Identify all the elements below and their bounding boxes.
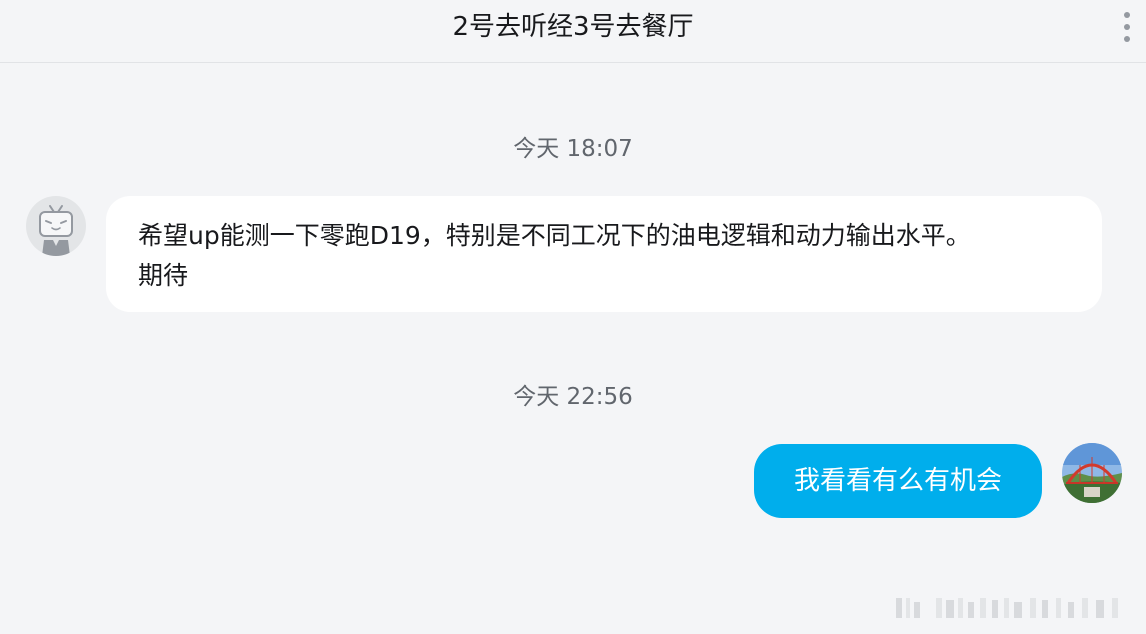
tv-mascot-icon	[26, 196, 86, 256]
message-timestamp: 今天 22:56	[513, 384, 633, 410]
conversation-title: 2号去听经3号去餐厅	[452, 12, 694, 42]
more-options-button[interactable]	[1118, 8, 1136, 48]
sent-message-bubble[interactable]: 我看看有么有机会	[754, 444, 1042, 518]
more-vertical-icon	[1124, 12, 1130, 42]
message-text: 我看看有么有机会	[793, 466, 1002, 496]
chat-header: 2号去听经3号去餐厅	[0, 0, 1146, 63]
avatar[interactable]	[26, 196, 86, 256]
watermark-graphic	[896, 598, 1118, 618]
message-timestamp: 今天 18:07	[513, 136, 633, 162]
message-text-line: 期待	[138, 261, 189, 290]
bridge-photo-icon	[1062, 443, 1122, 503]
message-text-line: 希望up能测一下零跑D19，特别是不同工况下的油电逻辑和动力输出水平。	[138, 221, 971, 250]
message-list[interactable]: 今天 18:07 希望up能测一下零跑D19，特别是不同工况下的油电逻辑和动力输…	[0, 63, 1146, 634]
received-message-bubble[interactable]: 希望up能测一下零跑D19，特别是不同工况下的油电逻辑和动力输出水平。 期待	[106, 196, 1102, 312]
avatar[interactable]	[1062, 443, 1122, 503]
